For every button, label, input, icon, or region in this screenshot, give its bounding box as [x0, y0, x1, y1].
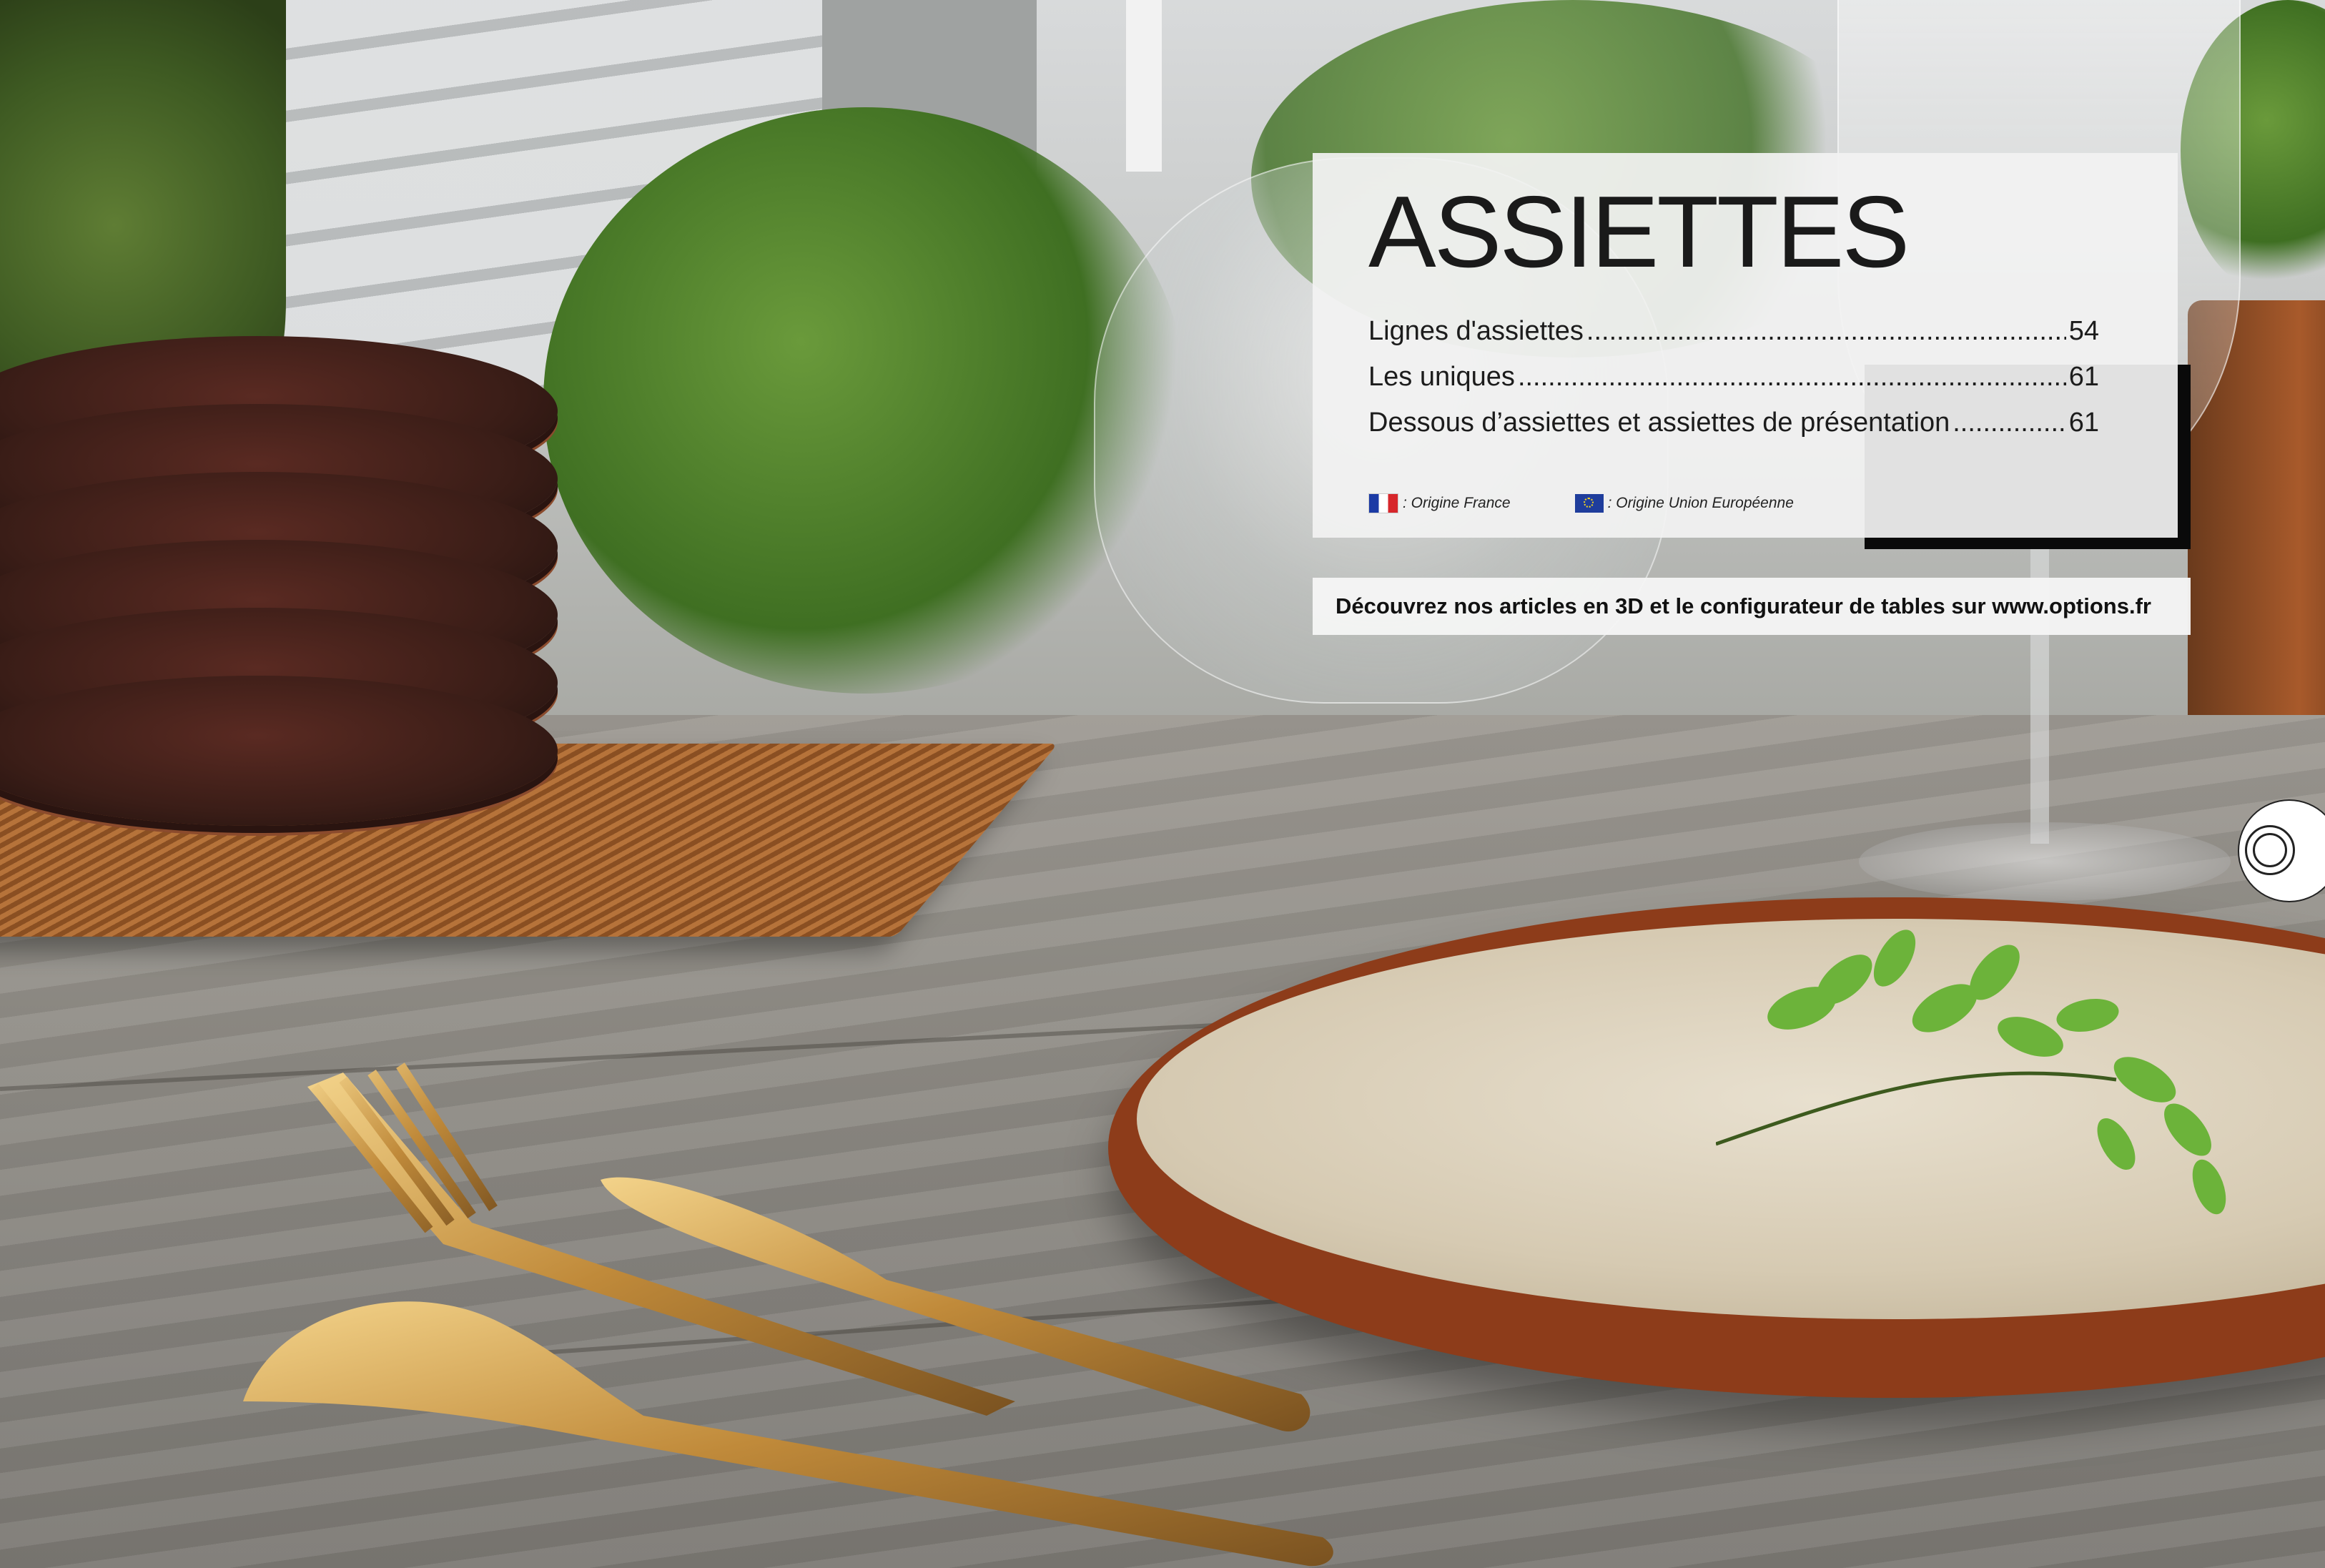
section-index-card: ASSIETTES Lignes d'assiettes 54 Les uniq…	[1313, 153, 2178, 538]
banner-text: Découvrez nos articles en 3D et le confi…	[1336, 593, 2151, 618]
section-title: ASSIETTES	[1368, 175, 1910, 289]
toc-entry-page: 61	[2068, 408, 2099, 438]
toc-leader-dots	[1518, 362, 2066, 393]
origin-legend: : Origine France : Origine Union Europée…	[1368, 493, 2178, 513]
flag-eu-icon	[1574, 494, 1604, 513]
toc-entry[interactable]: Dessous d’assiettes et assiettes de prés…	[1368, 408, 2099, 453]
plate-section-icon	[2245, 825, 2295, 875]
legend-label-france: : Origine France	[1403, 495, 1511, 511]
legend-origin-eu: : Origine Union Européenne	[1574, 494, 1794, 513]
website-banner[interactable]: Découvrez nos articles en 3D et le confi…	[1313, 578, 2191, 635]
toc-leader-dots	[1586, 316, 2066, 347]
legend-origin-france: : Origine France	[1368, 493, 1511, 513]
flag-france-icon	[1368, 493, 1398, 513]
legend-label-eu: : Origine Union Européenne	[1607, 495, 1794, 511]
toc-entry-page: 61	[2068, 362, 2099, 392]
toc-entry[interactable]: Lignes d'assiettes 54	[1368, 316, 2099, 362]
toc-entry-label: Dessous d’assiettes et assiettes de prés…	[1368, 408, 1950, 438]
toc-entry-label: Lignes d'assiettes	[1368, 316, 1584, 346]
toc-leader-dots	[1953, 408, 2065, 438]
toc-entry-page: 54	[2068, 316, 2099, 346]
table-of-contents: Lignes d'assiettes 54 Les uniques 61 Des…	[1368, 316, 2099, 453]
toc-entry[interactable]: Les uniques 61	[1368, 362, 2099, 408]
toc-entry-label: Les uniques	[1368, 362, 1515, 392]
